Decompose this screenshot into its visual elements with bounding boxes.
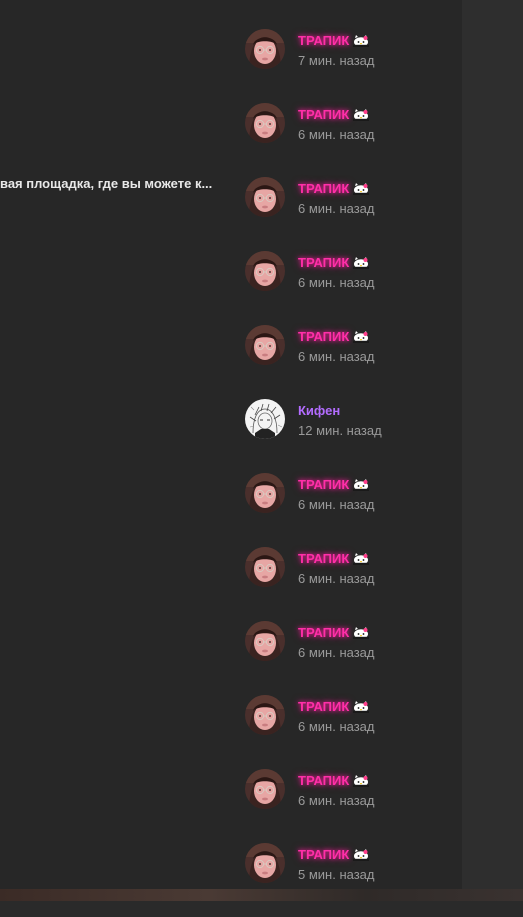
timestamp: 6 мин. назад [298, 201, 375, 216]
hello-kitty-icon [353, 183, 370, 195]
hello-kitty-icon [353, 257, 370, 269]
timestamp: 7 мин. назад [298, 53, 375, 68]
user-name[interactable]: ТРАПИК [298, 847, 349, 863]
name-line: ТРАПИК [298, 551, 370, 567]
girl-avatar[interactable] [245, 103, 285, 143]
name-line: ТРАПИК [298, 773, 370, 789]
hello-kitty-icon [353, 109, 370, 121]
thread-preview-text[interactable]: вая площадка, где вы можете к... [0, 176, 232, 192]
feed-item[interactable]: ТРАПИК 6 мин. назад [245, 695, 460, 769]
timestamp: 6 мин. назад [298, 793, 375, 808]
girl-avatar[interactable] [245, 547, 285, 587]
user-name[interactable]: ТРАПИК [298, 329, 349, 345]
feed-item[interactable]: ТРАПИК 6 мин. назад [245, 473, 460, 547]
hello-kitty-icon [353, 701, 370, 713]
feed-item[interactable]: ТРАПИК 6 мин. назад [245, 621, 460, 695]
timestamp: 6 мин. назад [298, 497, 375, 512]
hello-kitty-icon [353, 331, 370, 343]
timestamp: 6 мин. назад [298, 349, 375, 364]
user-name[interactable]: ТРАПИК [298, 625, 349, 641]
feed-item[interactable]: ТРАПИК 6 мин. назад [245, 251, 460, 325]
timestamp: 6 мин. назад [298, 275, 375, 290]
sketch-avatar[interactable] [245, 399, 285, 439]
feed-item[interactable]: ТРАПИК 6 мин. назад [245, 547, 460, 621]
hello-kitty-icon [353, 553, 370, 565]
name-line: ТРАПИК [298, 255, 370, 271]
name-line: ТРАПИК [298, 847, 370, 863]
hello-kitty-icon [353, 627, 370, 639]
name-line: ТРАПИК [298, 33, 370, 49]
girl-avatar[interactable] [245, 621, 285, 661]
user-name[interactable]: ТРАПИК [298, 477, 349, 493]
name-line: ТРАПИК [298, 699, 370, 715]
timestamp: 6 мин. назад [298, 127, 375, 142]
name-line: Кифен [298, 403, 340, 419]
feed-item[interactable]: ТРАПИК 6 мин. назад [245, 177, 460, 251]
activity-feed: ТРАПИК 7 мин. назад ТРАПИК 6 мин. назад [245, 29, 460, 917]
feed-item[interactable]: ТРАПИК 6 мин. назад [245, 325, 460, 399]
hello-kitty-icon [353, 849, 370, 861]
user-name[interactable]: ТРАПИК [298, 551, 349, 567]
feed-item[interactable]: ТРАПИК 6 мин. назад [245, 769, 460, 843]
name-line: ТРАПИК [298, 477, 370, 493]
girl-avatar[interactable] [245, 843, 285, 883]
timestamp: 6 мин. назад [298, 719, 375, 734]
name-line: ТРАПИК [298, 625, 370, 641]
name-line: ТРАПИК [298, 181, 370, 197]
girl-avatar[interactable] [245, 325, 285, 365]
feed-item[interactable]: ТРАПИК 7 мин. назад [245, 29, 460, 103]
user-name[interactable]: ТРАПИК [298, 33, 349, 49]
user-name[interactable]: Кифен [298, 403, 340, 419]
name-line: ТРАПИК [298, 107, 370, 123]
girl-avatar[interactable] [245, 251, 285, 291]
scroll-gutter [462, 0, 523, 901]
girl-avatar[interactable] [245, 473, 285, 513]
girl-avatar[interactable] [245, 769, 285, 809]
user-name[interactable]: ТРАПИК [298, 255, 349, 271]
timestamp: 6 мин. назад [298, 645, 375, 660]
feed-item[interactable]: Кифен 12 мин. назад [245, 399, 460, 473]
user-name[interactable]: ТРАПИК [298, 107, 349, 123]
user-name[interactable]: ТРАПИК [298, 773, 349, 789]
user-name[interactable]: ТРАПИК [298, 699, 349, 715]
hello-kitty-icon [353, 775, 370, 787]
girl-avatar[interactable] [245, 177, 285, 217]
name-line: ТРАПИК [298, 329, 370, 345]
timestamp: 12 мин. назад [298, 423, 382, 438]
hello-kitty-icon [353, 479, 370, 491]
girl-avatar[interactable] [245, 695, 285, 735]
timestamp: 6 мин. назад [298, 571, 375, 586]
user-name[interactable]: ТРАПИК [298, 181, 349, 197]
feed-item[interactable]: ТРАПИК 6 мин. назад [245, 103, 460, 177]
feed-item[interactable]: ТРАПИК 5 мин. назад [245, 843, 460, 917]
timestamp: 5 мин. назад [298, 867, 375, 882]
girl-avatar[interactable] [245, 29, 285, 69]
hello-kitty-icon [353, 35, 370, 47]
